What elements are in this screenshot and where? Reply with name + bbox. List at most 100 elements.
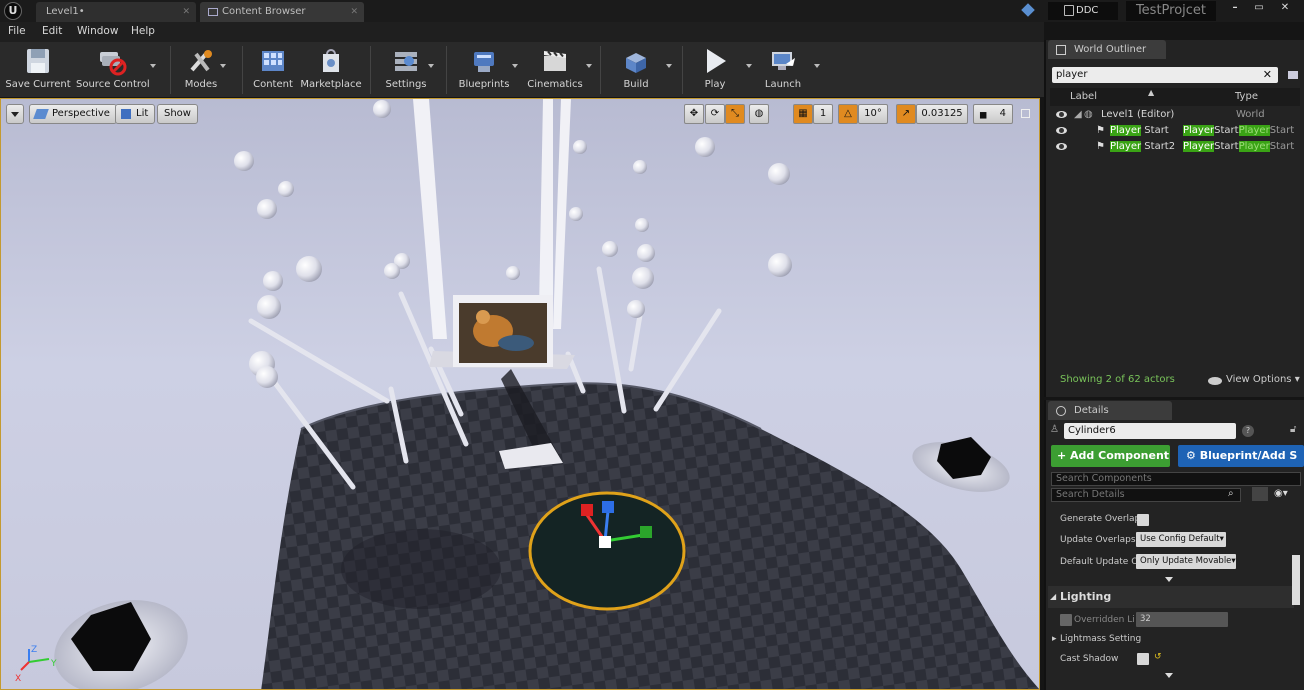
- play-button[interactable]: Play: [690, 42, 740, 98]
- menu-window[interactable]: Window: [77, 25, 118, 37]
- world-local-icon[interactable]: ◍: [749, 104, 769, 124]
- content-icon: [262, 51, 284, 71]
- column-label[interactable]: Label: [1070, 91, 1097, 102]
- build-button[interactable]: Build: [610, 42, 662, 98]
- chevron-down-icon: [11, 112, 19, 117]
- search-details-input[interactable]: Search Details: [1051, 488, 1241, 502]
- expand-advanced-icon[interactable]: [1165, 577, 1173, 582]
- outliner-status: Showing 2 of 62 actors: [1060, 374, 1175, 385]
- grid-snap-value[interactable]: 1: [813, 104, 833, 124]
- menu-bar: File Edit Window Help: [0, 22, 1044, 42]
- prop-overridden-label: Overridden Li: [1074, 615, 1135, 625]
- eye-icon[interactable]: ◉▾: [1274, 488, 1288, 499]
- menu-edit[interactable]: Edit: [42, 25, 62, 37]
- menu-file[interactable]: File: [8, 25, 26, 37]
- outliner-settings-icon[interactable]: [1286, 68, 1300, 82]
- outliner-search-input[interactable]: player ✕: [1052, 67, 1278, 83]
- visibility-eye-icon[interactable]: [1056, 143, 1067, 150]
- rotate-tool-icon[interactable]: ⟳: [705, 104, 725, 124]
- source-control-button[interactable]: Source Control: [76, 42, 150, 98]
- prop-lightmass-label: Lightmass Setting: [1060, 634, 1142, 644]
- cinematics-button[interactable]: Cinematics: [522, 42, 588, 98]
- overridden-value-input[interactable]: 32: [1136, 612, 1228, 627]
- visibility-eye-icon[interactable]: [1056, 111, 1067, 118]
- update-overlaps-combo[interactable]: Use Config Default▾: [1136, 532, 1226, 547]
- details-scrollbar[interactable]: [1292, 555, 1300, 605]
- tab-world-outliner[interactable]: World Outliner: [1048, 40, 1166, 59]
- show-button[interactable]: Show: [157, 104, 198, 124]
- expand-lightmass-icon[interactable]: ▸: [1052, 634, 1057, 644]
- generate-overlap-checkbox[interactable]: [1137, 514, 1149, 526]
- reset-default-icon[interactable]: ↺: [1154, 652, 1162, 662]
- blueprints-button[interactable]: Blueprints: [454, 42, 514, 98]
- marketplace-button[interactable]: Marketplace: [300, 42, 362, 98]
- ddc-indicator[interactable]: DDC: [1048, 2, 1118, 20]
- tab-level1[interactable]: Level1• ✕: [36, 2, 196, 22]
- blueprint-add-script-button[interactable]: ⚙︎ Blueprint/Add S: [1178, 445, 1304, 467]
- selected-cylinder[interactable]: [528, 491, 686, 611]
- minimize-button[interactable]: –: [1224, 1, 1246, 15]
- cast-shadow-checkbox[interactable]: [1137, 653, 1149, 665]
- close-icon[interactable]: ✕: [182, 2, 190, 22]
- rotation-snap-icon[interactable]: △: [838, 104, 858, 124]
- outliner-row-player-start2[interactable]: ⚑ Player Start2 PlayerStartPlayerStart: [1050, 139, 1300, 154]
- maximize-viewport-icon[interactable]: [1021, 109, 1030, 118]
- prop-cast-shadow-label: Cast Shadow: [1060, 654, 1119, 664]
- level-viewport[interactable]: Z Y X Perspective Lit Show ✥ ⟳ ⤡ ◍ ▦ 1 △…: [0, 98, 1040, 690]
- search-icon: ⌕: [1228, 488, 1234, 499]
- save-current-button[interactable]: Save Current: [2, 42, 74, 98]
- menu-help[interactable]: Help: [131, 25, 155, 37]
- column-type[interactable]: Type: [1235, 91, 1258, 102]
- lighting-section-header[interactable]: ◢ Lighting: [1048, 586, 1294, 608]
- network-icon[interactable]: [1021, 3, 1035, 17]
- launch-button[interactable]: Launch: [758, 42, 808, 98]
- overridden-lightmap-checkbox[interactable]: [1060, 614, 1072, 626]
- blueprint-icon: ⚙︎: [1186, 449, 1196, 462]
- player-start-icon: ⚑: [1096, 141, 1105, 152]
- picture-frame[interactable]: [429, 295, 575, 369]
- content-button[interactable]: Content: [248, 42, 298, 98]
- details-icon: [1056, 406, 1066, 416]
- settings-button[interactable]: Settings: [378, 42, 434, 98]
- tab-content-browser[interactable]: Content Browser ✕: [200, 2, 364, 22]
- scale-snap-icon[interactable]: ↗: [896, 104, 916, 124]
- expand-arrow-icon[interactable]: ◢: [1074, 107, 1082, 122]
- scale-tool-icon[interactable]: ⤡: [725, 104, 745, 124]
- cinematics-icon: [544, 50, 566, 71]
- viewport-options-button[interactable]: [6, 104, 24, 124]
- clear-search-icon[interactable]: ✕: [1263, 67, 1272, 83]
- actor-name-input[interactable]: Cylinder6: [1064, 423, 1236, 439]
- lock-icon[interactable]: 🔓︎: [1290, 424, 1296, 435]
- marketplace-icon: [323, 49, 339, 72]
- search-components-input[interactable]: Search Components: [1051, 472, 1301, 486]
- pad-left[interactable]: [44, 586, 199, 690]
- help-icon[interactable]: ?: [1242, 425, 1254, 437]
- close-icon[interactable]: ✕: [350, 2, 358, 22]
- settings-icon: [395, 52, 417, 71]
- scale-snap-value[interactable]: 0.03125: [916, 104, 968, 124]
- pad-right[interactable]: [907, 433, 1015, 501]
- tab-details[interactable]: Details: [1048, 401, 1172, 420]
- expand-advanced-icon[interactable]: [1165, 673, 1173, 678]
- grid-snap-icon[interactable]: ▦: [793, 104, 813, 124]
- perspective-button[interactable]: Perspective: [29, 104, 117, 124]
- visibility-eye-icon[interactable]: [1056, 127, 1067, 134]
- unreal-logo-icon: U: [4, 2, 22, 20]
- rotation-snap-value[interactable]: 10°: [858, 104, 888, 124]
- translate-tool-icon[interactable]: ✥: [684, 104, 704, 124]
- camera-speed-button[interactable]: ◼ 4: [973, 104, 1013, 124]
- view-options-button[interactable]: View Options ▾: [1226, 374, 1300, 385]
- outliner-row-player-start[interactable]: ⚑ Player Start PlayerStartPlayerStart: [1050, 123, 1300, 138]
- scene-render[interactable]: Z Y X: [1, 99, 1040, 690]
- modes-button[interactable]: Modes: [176, 42, 226, 98]
- ddc-icon: [1064, 5, 1074, 16]
- actor-icon: ♙: [1050, 424, 1059, 435]
- close-window-button[interactable]: ✕: [1274, 1, 1296, 15]
- outliner-row-level[interactable]: ◢ ◍ Level1 (Editor) World: [1050, 107, 1300, 122]
- lit-button[interactable]: Lit: [115, 104, 156, 124]
- add-component-button[interactable]: + Add Component ▾: [1051, 445, 1170, 467]
- maximize-button[interactable]: ▭: [1248, 1, 1270, 15]
- property-matrix-icon[interactable]: [1252, 487, 1268, 501]
- player-start-icon: ⚑: [1096, 125, 1105, 136]
- default-update-combo[interactable]: Only Update Movable▾: [1136, 554, 1236, 569]
